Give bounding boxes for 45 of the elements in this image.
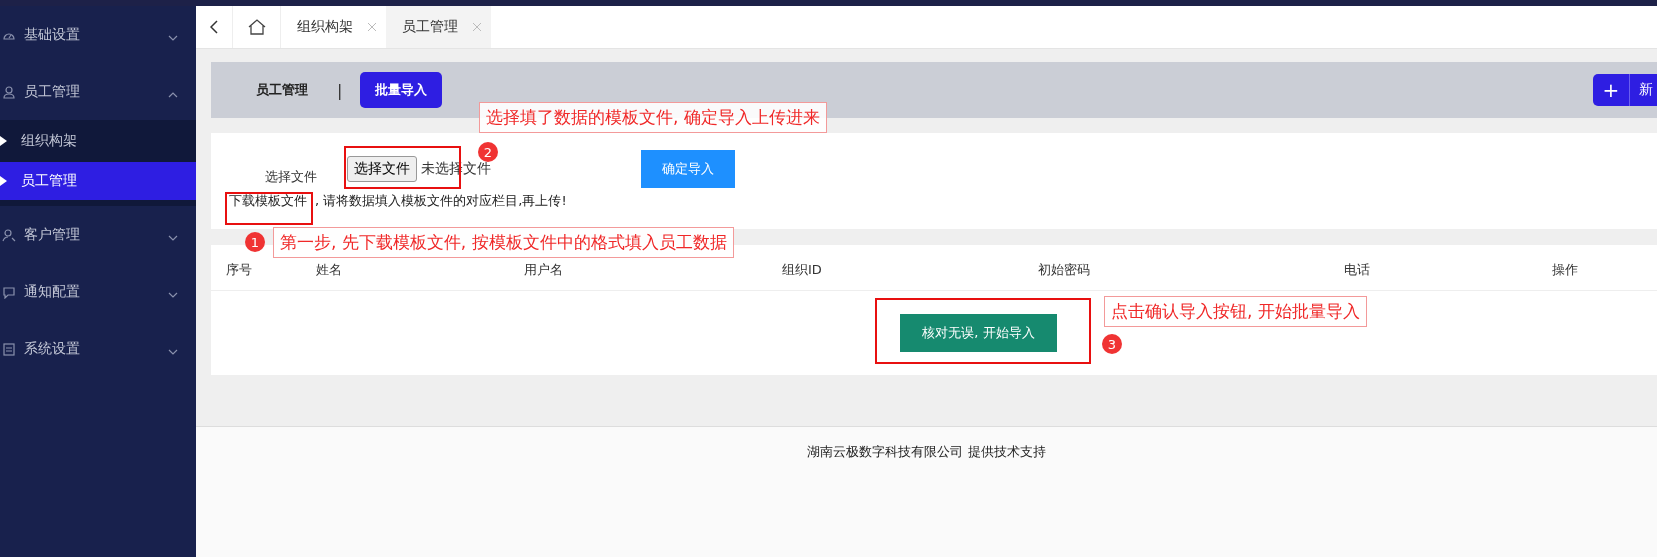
choose-file-button[interactable]: 选择文件 xyxy=(347,156,417,182)
column-header: 电话 xyxy=(1344,261,1370,279)
chevron-down-icon xyxy=(168,348,178,355)
chat-icon xyxy=(2,284,16,299)
user-icon xyxy=(2,84,16,99)
triangle-icon xyxy=(0,136,7,146)
column-header: 姓名 xyxy=(316,261,342,279)
person-icon xyxy=(2,227,16,242)
submenu-item[interactable]: 组织构架 xyxy=(0,120,196,162)
menu-item[interactable]: 客户管理 xyxy=(0,206,196,263)
download-template-link[interactable]: 下载模板文件 xyxy=(229,193,307,208)
chevron-down-icon xyxy=(168,234,178,241)
column-header: 用户名 xyxy=(524,261,563,279)
callout-text: 选择填了数据的模板文件, 确定导入上传进来 xyxy=(479,102,827,133)
callout-text: 第一步, 先下载模板文件, 按模板文件中的格式填入员工数据 xyxy=(273,227,734,258)
chevron-up-icon xyxy=(168,91,178,98)
column-header: 初始密码 xyxy=(1038,261,1090,279)
column-header: 序号 xyxy=(226,261,252,279)
menu-item[interactable]: 通知配置 xyxy=(0,263,196,320)
page-tab[interactable]: 批量导入 xyxy=(360,72,443,108)
start-import-button[interactable]: 核对无误, 开始导入 xyxy=(900,314,1057,352)
close-icon[interactable] xyxy=(368,23,376,31)
separator: | xyxy=(337,80,343,100)
footer-text: 湖南云极数字科技有限公司 提供技术支持 xyxy=(807,443,1046,461)
clipboard-icon xyxy=(2,341,16,356)
page-tab[interactable]: 员工管理 xyxy=(241,72,323,108)
close-icon[interactable] xyxy=(473,23,481,31)
home-icon xyxy=(247,19,266,35)
field-label: 选择文件 xyxy=(265,168,317,186)
menu-item[interactable]: 基础设置 xyxy=(0,6,196,63)
column-header: 操作 xyxy=(1552,261,1578,279)
back-icon xyxy=(210,20,218,34)
add-button-label: 新 xyxy=(1638,80,1654,99)
column-header: 组织ID xyxy=(782,261,822,279)
menu-item[interactable]: 员工管理 xyxy=(0,63,196,120)
triangle-icon xyxy=(0,176,7,186)
submenu-item[interactable]: 员工管理 xyxy=(0,162,196,200)
tab[interactable]: 组织构架 xyxy=(281,6,386,48)
chevron-down-icon xyxy=(168,34,178,41)
menu-item[interactable]: 系统设置 xyxy=(0,320,196,377)
callout-text: 点击确认导入按钮, 开始批量导入 xyxy=(1104,296,1367,327)
tab[interactable]: 员工管理 xyxy=(386,6,491,48)
hint-text: , 请将数据填入模板文件的对应栏目,再上传! xyxy=(315,193,567,208)
add-button[interactable]: + 新 xyxy=(1593,74,1657,106)
chevron-down-icon xyxy=(168,291,178,298)
